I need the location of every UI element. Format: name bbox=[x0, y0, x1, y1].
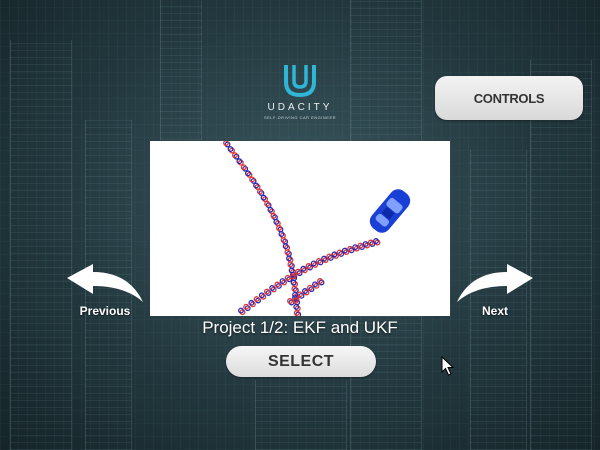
curved-arrow-left-icon bbox=[67, 264, 143, 302]
udacity-logo: UDACITY SELF-DRIVING CAR ENGINEER bbox=[255, 62, 345, 120]
logo-subtitle: SELF-DRIVING CAR ENGINEER bbox=[263, 115, 337, 120]
project-title: Project 1/2: EKF and UKF bbox=[202, 318, 398, 337]
mouse-cursor-icon bbox=[441, 355, 455, 381]
next-label: Next bbox=[481, 304, 508, 318]
select-button[interactable]: SELECT bbox=[226, 346, 376, 377]
curved-arrow-right-icon bbox=[457, 264, 533, 302]
udacity-u-icon bbox=[284, 65, 316, 97]
logo-wordmark: UDACITY bbox=[267, 102, 333, 113]
project-preview-image bbox=[150, 141, 450, 316]
controls-button[interactable]: CONTROLS bbox=[435, 76, 583, 120]
car-icon bbox=[369, 189, 411, 233]
previous-button[interactable]: Previous bbox=[62, 262, 148, 318]
next-button[interactable]: Next bbox=[452, 262, 538, 318]
previous-label: Previous bbox=[79, 304, 131, 318]
